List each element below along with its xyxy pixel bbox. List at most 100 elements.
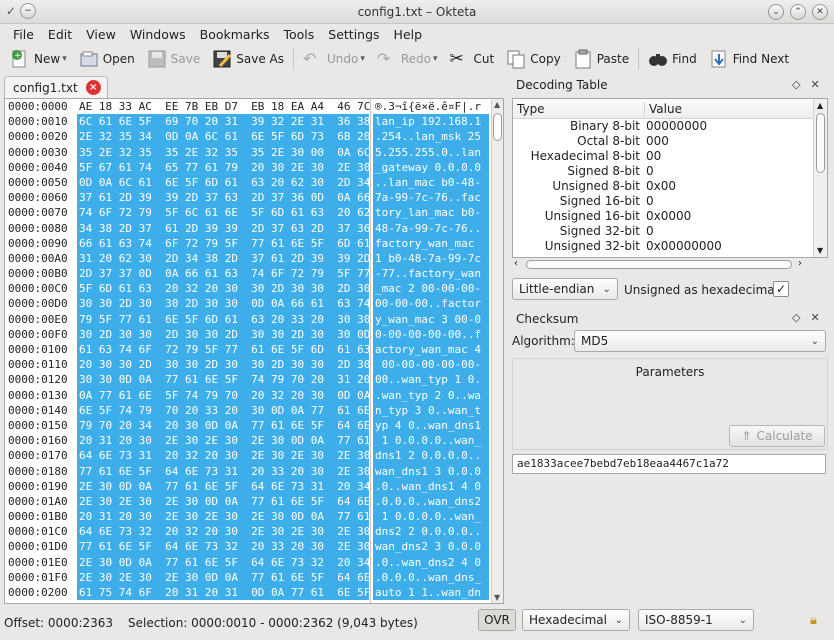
- hex-bytes[interactable]: 35 2E 32 35 35 2E 32 35 35 2E 30 00 0A 6…: [77, 144, 410, 160]
- menu-bookmarks[interactable]: Bookmarks: [193, 27, 277, 42]
- menu-edit[interactable]: Edit: [41, 27, 79, 42]
- hex-row[interactable]: 0000:0040 5F 67 61 74 65 77 61 79 20 30 2…: [5, 159, 493, 175]
- value-coding-select[interactable]: Hexadecimal ⌄: [522, 609, 630, 631]
- hex-row[interactable]: 0000:00B0 2D 37 37 0D 0A 66 61 63 74 6F 7…: [5, 266, 493, 282]
- scroll-right-icon[interactable]: ›: [798, 258, 802, 269]
- ascii-text[interactable]: _gateway 0.0.0.0: [373, 159, 489, 175]
- scroll-left-icon[interactable]: ‹: [514, 258, 518, 269]
- menu-tools[interactable]: Tools: [276, 27, 321, 42]
- new-button[interactable]: + New ▾: [4, 45, 73, 73]
- decoding-row[interactable]: Binary 8-bit 00000000: [513, 119, 827, 134]
- close-dock-icon[interactable]: ✕: [810, 311, 819, 324]
- hex-vertical-scrollbar[interactable]: ▲ ▼: [491, 99, 503, 603]
- ascii-text[interactable]: dns2 2 0.0.0.0..: [373, 524, 489, 540]
- hex-bytes[interactable]: 30 2D 30 30 2D 30 30 2D 30 30 2D 30 30 0…: [77, 326, 410, 343]
- find-button[interactable]: Find: [642, 45, 703, 73]
- calculate-button[interactable]: ⇑ Calculate: [729, 425, 825, 447]
- decoding-row[interactable]: Hexadecimal 8-bit 00: [513, 149, 827, 164]
- hex-bytes[interactable]: 0D 0A 6C 61 6E 5F 6D 61 63 20 62 30 2D 3…: [77, 174, 410, 191]
- decoding-row[interactable]: Unsigned 32-bit 0x00000000: [513, 239, 827, 254]
- hex-row[interactable]: 0000:01D0 77 61 6E 5F 64 6E 73 32 20 33 2…: [5, 539, 493, 555]
- hex-row[interactable]: 0000:0030 35 2E 32 35 35 2E 32 35 35 2E 3…: [5, 144, 493, 160]
- hex-row[interactable]: 0000:0180 77 61 6E 5F 64 6E 73 31 20 33 2…: [5, 463, 493, 479]
- ascii-text[interactable]: n_typ 3 0..wan_t: [373, 402, 489, 418]
- hex-bytes[interactable]: 2E 32 35 34 0D 0A 6C 61 6E 5F 6D 73 6B 2…: [77, 129, 410, 145]
- hex-row[interactable]: 0000:0080 34 38 2D 37 61 2D 39 39 2D 37 6…: [5, 220, 493, 236]
- ascii-text[interactable]: ®.3¬î{ë×ë.ê¤F|.r: [373, 99, 489, 115]
- ascii-text[interactable]: .wan_typ 2 0..wa: [373, 387, 489, 403]
- hex-bytes[interactable]: 2E 30 2E 30 2E 30 0D 0A 77 61 6E 5F 64 6…: [77, 493, 410, 510]
- hex-bytes[interactable]: 6E 5F 74 79 70 20 33 20 30 0D 0A 77 61 6…: [77, 402, 410, 418]
- ascii-text[interactable]: 1 0.0.0.0..wan_: [373, 433, 489, 449]
- decoding-row[interactable]: Octal 8-bit 000: [513, 134, 827, 149]
- hex-bytes[interactable]: 37 61 2D 39 39 2D 37 63 2D 37 36 0D 0A 6…: [77, 190, 410, 206]
- scroll-up-icon[interactable]: ▲: [817, 101, 823, 110]
- ascii-text[interactable]: dns1 2 0.0.0.0..: [373, 448, 489, 464]
- scrollbar-thumb[interactable]: [526, 260, 792, 269]
- hex-bytes[interactable]: 34 38 2D 37 61 2D 39 39 2D 37 63 2D 37 3…: [77, 220, 410, 236]
- hex-bytes[interactable]: 66 61 63 74 6F 72 79 5F 77 61 6E 5F 6D 6…: [77, 235, 410, 251]
- hex-bytes[interactable]: 2E 30 0D 0A 77 61 6E 5F 64 6E 73 32 20 3…: [77, 554, 410, 570]
- hex-bytes[interactable]: 5F 67 61 74 65 77 61 79 20 30 2E 30 2E 3…: [77, 159, 410, 175]
- ascii-text[interactable]: wan_dns1 3 0.0.0: [373, 463, 489, 479]
- hex-bytes[interactable]: 79 5F 77 61 6E 5F 6D 61 63 20 33 20 30 3…: [77, 311, 410, 327]
- ascii-text[interactable]: lan_ip 192.168.1: [373, 114, 489, 130]
- menu-windows[interactable]: Windows: [123, 27, 193, 42]
- hex-bytes[interactable]: 64 6E 73 32 20 32 20 30 2E 30 2E 30 2E 3…: [77, 524, 410, 540]
- menu-settings[interactable]: Settings: [321, 27, 386, 42]
- hex-bytes[interactable]: 77 61 6E 5F 64 6E 73 32 20 33 20 30 2E 3…: [77, 539, 410, 555]
- tab-config1[interactable]: config1.txt ×: [4, 76, 108, 98]
- hex-row[interactable]: 0000:0060 37 61 2D 39 39 2D 37 63 2D 37 3…: [5, 190, 493, 206]
- decoding-row[interactable]: Unsigned 8-bit 0x00: [513, 179, 827, 194]
- unsigned-hex-checkbox[interactable]: ✓: [773, 281, 789, 297]
- menu-file[interactable]: File: [6, 27, 41, 42]
- hex-bytes[interactable]: 20 31 20 30 2E 30 2E 30 2E 30 0D 0A 77 6…: [77, 433, 410, 449]
- hex-bytes[interactable]: 74 6F 72 79 5F 6C 61 6E 5F 6D 61 63 20 6…: [77, 205, 410, 221]
- decoding-vertical-scrollbar[interactable]: ▲ ▼: [813, 99, 827, 257]
- save-as-button[interactable]: Save As: [206, 45, 290, 73]
- hex-row[interactable]: 0000:00E0 79 5F 77 61 6E 5F 6D 61 63 20 3…: [5, 311, 493, 327]
- ascii-text[interactable]: 7a-99-7c-76..fac: [373, 190, 489, 206]
- paste-button[interactable]: Paste: [567, 45, 635, 73]
- copy-button[interactable]: Copy: [500, 45, 566, 73]
- hex-bytes[interactable]: 0A 77 61 6E 5F 74 79 70 20 32 20 30 0D 0…: [77, 387, 410, 403]
- close-dock-icon[interactable]: ✕: [810, 78, 819, 91]
- hex-editor-view[interactable]: 0000:0000 AE 18 33 AC EE 7B EB D7 EB 18 E…: [4, 98, 504, 604]
- chevron-down-icon[interactable]: ▾: [360, 54, 365, 64]
- close-tab-icon[interactable]: ×: [85, 80, 101, 95]
- ascii-text[interactable]: ..lan_mac b0-48-: [373, 174, 489, 191]
- hex-bytes[interactable]: 2E 30 2E 30 2E 30 0D 0A 77 61 6E 5F 64 6…: [77, 569, 410, 586]
- checksum-result-field[interactable]: ae1833acee7bebd7eb18eaa4467c1a72: [512, 454, 826, 474]
- ascii-text[interactable]: 00-00-00-00-00-: [373, 357, 489, 373]
- hex-row[interactable]: 0000:0110 20 30 30 2D 30 30 2D 30 30 2D 3…: [5, 357, 493, 373]
- minimize-button[interactable]: ⌄: [768, 4, 784, 20]
- hex-row[interactable]: 0000:00D0 30 30 2D 30 30 2D 30 30 0D 0A 6…: [5, 296, 493, 312]
- hex-row[interactable]: 0000:00C0 5F 6D 61 63 20 32 20 30 30 2D 3…: [5, 281, 493, 297]
- save-button[interactable]: Save: [141, 45, 206, 73]
- ascii-text[interactable]: .0.0.0..wan_dns_: [373, 569, 489, 586]
- ascii-text[interactable]: wan_dns2 3 0.0.0: [373, 539, 489, 555]
- hex-row[interactable]: 0000:0050 0D 0A 6C 61 6E 5F 6D 61 63 20 6…: [5, 174, 493, 191]
- overwrite-mode-button[interactable]: OVR: [478, 609, 516, 631]
- scroll-down-icon[interactable]: ▼: [494, 593, 500, 602]
- app-icon[interactable]: ✓: [6, 4, 16, 18]
- ascii-text[interactable]: 00-00-00..factor: [373, 296, 489, 312]
- algorithm-select[interactable]: MD5 ⌄: [574, 330, 826, 352]
- hex-row[interactable]: 0000:01E0 2E 30 0D 0A 77 61 6E 5F 64 6E 7…: [5, 554, 493, 570]
- decoding-row[interactable]: Signed 8-bit 0: [513, 164, 827, 179]
- decoding-row[interactable]: Signed 16-bit 0: [513, 194, 827, 209]
- maximize-button[interactable]: ⌃: [790, 4, 806, 20]
- ascii-text[interactable]: 00..wan_typ 1 0.: [373, 372, 489, 388]
- hex-bytes[interactable]: AE 18 33 AC EE 7B EB D7 EB 18 EA A4 46 7…: [77, 99, 410, 115]
- lock-icon[interactable]: 🔒︎: [810, 613, 817, 628]
- hex-row[interactable]: 0000:0170 64 6E 73 31 20 32 20 30 2E 30 2…: [5, 448, 493, 464]
- ascii-text[interactable]: .0.0.0..wan_dns2: [373, 493, 489, 510]
- charset-select[interactable]: ISO-8859-1 ⌄: [638, 609, 754, 631]
- scrollbar-thumb[interactable]: [493, 113, 502, 141]
- hex-bytes[interactable]: 30 30 2D 30 30 2D 30 30 0D 0A 66 61 63 7…: [77, 296, 410, 312]
- float-dock-icon[interactable]: ◇: [792, 78, 800, 91]
- scrollbar-thumb[interactable]: [816, 113, 825, 173]
- chevron-down-icon[interactable]: ▾: [433, 54, 438, 64]
- ascii-text[interactable]: .254..lan_msk 25: [373, 129, 489, 145]
- hex-row[interactable]: 0000:00A0 31 20 62 30 2D 34 38 2D 37 61 2…: [5, 250, 493, 267]
